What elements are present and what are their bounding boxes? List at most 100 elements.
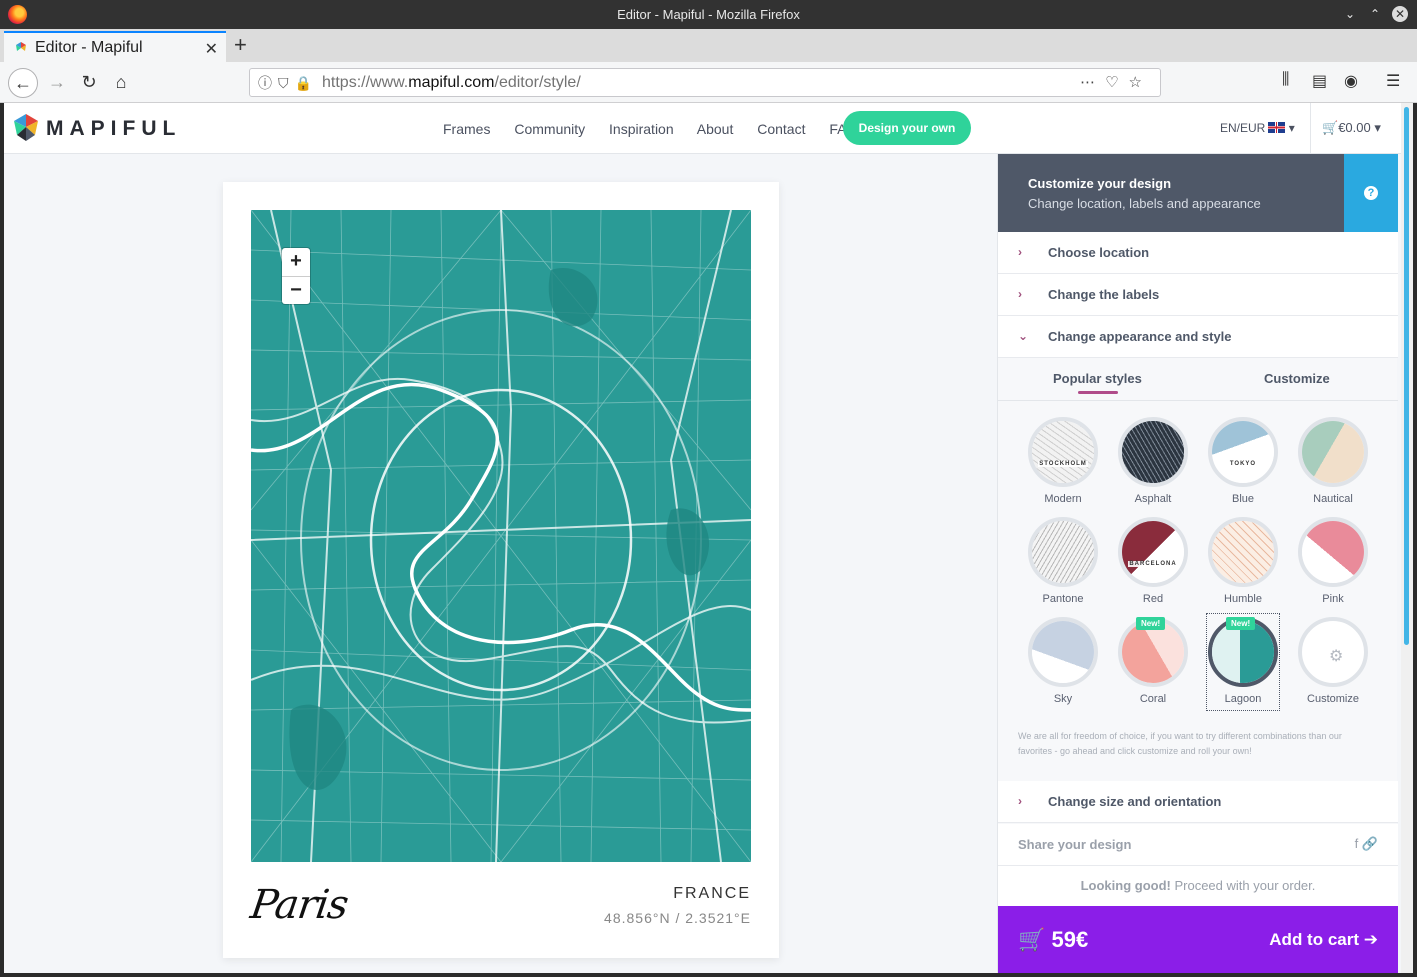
- home-icon[interactable]: ⌂: [106, 68, 136, 98]
- question-icon: ?: [1364, 186, 1378, 200]
- nav-contact[interactable]: Contact: [757, 121, 805, 137]
- section-label: Choose location: [1048, 245, 1150, 260]
- section-appearance[interactable]: ⌄ Change appearance and style: [998, 316, 1398, 358]
- style-red[interactable]: BARCELONA Red: [1117, 514, 1189, 610]
- thumb-city-text: STOCKHOLM: [1038, 461, 1088, 467]
- minimize-icon[interactable]: ⌄: [1342, 6, 1358, 22]
- poster-coordinates: 48.856°N / 2.3521°E: [604, 910, 751, 926]
- tab-popular-styles[interactable]: Popular styles: [1053, 371, 1142, 386]
- page-scrollbar[interactable]: [1401, 103, 1413, 973]
- mapiful-favicon-icon: [16, 42, 26, 51]
- cart-icon: 🛒: [1322, 120, 1339, 135]
- section-size-orientation[interactable]: › Change size and orientation: [998, 781, 1398, 823]
- style-nautical[interactable]: Nautical: [1297, 414, 1369, 510]
- help-button[interactable]: ?: [1344, 154, 1398, 232]
- account-icon[interactable]: ◉: [1344, 71, 1358, 91]
- zoom-in-button[interactable]: +: [282, 248, 310, 276]
- style-label: Asphalt: [1134, 493, 1172, 505]
- style-customize[interactable]: ⚙ Customize: [1297, 614, 1369, 710]
- chevron-down-icon: ▾: [1374, 120, 1381, 135]
- style-thumbnail: [1298, 417, 1368, 487]
- looking-good-message: Looking good! Proceed with your order.: [998, 866, 1398, 906]
- style-pink[interactable]: Pink: [1297, 514, 1369, 610]
- style-thumbnail: [1298, 517, 1368, 587]
- style-thumbnail: STOCKHOLM: [1028, 417, 1098, 487]
- new-tab-icon[interactable]: +: [234, 32, 247, 58]
- style-asphalt[interactable]: Asphalt: [1117, 414, 1189, 510]
- arrow-right-icon: ➔: [1363, 930, 1378, 949]
- style-humble[interactable]: Humble: [1207, 514, 1279, 610]
- url-bar[interactable]: ⓘ⛉🔒 https://www.mapiful.com/editor/style…: [249, 68, 1161, 97]
- style-thumbnail: ⚙: [1298, 617, 1368, 687]
- add-to-cart-button[interactable]: Add to cart ➔: [1269, 930, 1378, 950]
- tab-customize[interactable]: Customize: [1264, 371, 1330, 386]
- section-label: Change appearance and style: [1048, 329, 1232, 344]
- reload-icon[interactable]: ↻: [74, 68, 104, 98]
- nav-community[interactable]: Community: [514, 121, 585, 137]
- cart-button[interactable]: 🛒€0.00 ▾: [1322, 120, 1381, 136]
- back-icon[interactable]: ←: [8, 68, 38, 98]
- customize-panel: Customize your design Change location, l…: [997, 154, 1398, 973]
- style-label: Red: [1142, 593, 1164, 605]
- brand-name[interactable]: MAPIFUL: [46, 117, 181, 141]
- new-badge: New!: [1226, 617, 1256, 630]
- style-label: Pantone: [1042, 593, 1084, 605]
- section-change-labels[interactable]: › Change the labels: [998, 274, 1398, 316]
- buy-bar: 🛒 59€ Add to cart ➔: [998, 906, 1398, 973]
- price-value: 59€: [1051, 927, 1089, 952]
- style-blue[interactable]: TOKYO Blue: [1207, 414, 1279, 510]
- library-icon[interactable]: ⫼: [1282, 71, 1289, 89]
- zoom-control: + −: [282, 248, 310, 304]
- style-label: Sky: [1053, 693, 1073, 705]
- window-title: Editor - Mapiful - Mozilla Firefox: [617, 7, 800, 22]
- style-label: Modern: [1044, 493, 1082, 505]
- panel-header: Customize your design Change location, l…: [998, 154, 1344, 232]
- tab-strip: Editor - Mapiful ✕ +: [0, 29, 1417, 62]
- poster-preview: + − Paris FRANCE 48.856°N / 2.3521°E: [223, 182, 779, 958]
- url-text[interactable]: https://www.mapiful.com/editor/style/: [322, 74, 581, 92]
- link-icon[interactable]: 🔗: [1362, 836, 1378, 851]
- style-coral[interactable]: New! Coral: [1117, 614, 1189, 710]
- forward-icon[interactable]: →: [42, 68, 72, 98]
- style-note: We are all for freedom of choice, if you…: [1018, 731, 1342, 756]
- share-label: Share your design: [1018, 837, 1132, 852]
- site-info-icon[interactable]: ⓘ⛉🔒: [258, 73, 318, 93]
- sidebar-icon[interactable]: ▤: [1312, 71, 1327, 91]
- style-label: Coral: [1139, 693, 1167, 705]
- style-modern[interactable]: STOCKHOLM Modern: [1027, 414, 1099, 510]
- gear-icon: ⚙: [1329, 648, 1344, 665]
- thumb-city-text: TOKYO: [1218, 461, 1268, 467]
- page-actions-icon[interactable]: ⋯♡☆: [1080, 73, 1152, 91]
- language-currency-selector[interactable]: EN/EUR ▾: [1220, 121, 1295, 135]
- language-label: EN/EUR: [1220, 121, 1266, 135]
- style-label: Customize: [1307, 693, 1359, 705]
- chevron-right-icon: ›: [1018, 245, 1022, 259]
- nav-about[interactable]: About: [697, 121, 734, 137]
- street-map[interactable]: [251, 210, 751, 862]
- nav-inspiration[interactable]: Inspiration: [609, 121, 674, 137]
- tab-close-icon[interactable]: ✕: [205, 39, 218, 59]
- lock-icon: 🔒: [294, 75, 318, 91]
- browser-tab[interactable]: Editor - Mapiful ✕: [4, 31, 226, 62]
- menu-icon[interactable]: ☰: [1386, 71, 1400, 91]
- poster-country-label: FRANCE: [673, 885, 751, 902]
- map-canvas[interactable]: + −: [251, 210, 751, 862]
- nav-frames[interactable]: Frames: [443, 121, 490, 137]
- price: 🛒 59€: [1018, 927, 1088, 953]
- style-pantone[interactable]: Pantone: [1027, 514, 1099, 610]
- close-window-icon[interactable]: ✕: [1392, 6, 1408, 22]
- section-label: Change the labels: [1048, 287, 1160, 302]
- looking-good-bold: Looking good!: [1080, 878, 1171, 893]
- scrollbar-thumb[interactable]: [1404, 107, 1409, 645]
- style-sky[interactable]: Sky: [1027, 614, 1099, 710]
- style-lagoon-selected[interactable]: New! Lagoon: [1206, 613, 1280, 711]
- mapiful-logo-icon[interactable]: [14, 114, 38, 141]
- design-your-own-button[interactable]: Design your own: [843, 111, 971, 145]
- site-header: MAPIFUL Frames Community Inspiration Abo…: [4, 103, 1413, 154]
- section-choose-location[interactable]: › Choose location: [998, 232, 1398, 274]
- maximize-icon[interactable]: ⌃: [1367, 6, 1383, 22]
- add-to-cart-label: Add to cart: [1269, 930, 1360, 949]
- zoom-out-button[interactable]: −: [282, 276, 310, 304]
- facebook-icon[interactable]: f: [1355, 836, 1359, 851]
- nav-toolbar: ← → ↻ ⌂ ⓘ⛉🔒 https://www.mapiful.com/edit…: [0, 62, 1417, 103]
